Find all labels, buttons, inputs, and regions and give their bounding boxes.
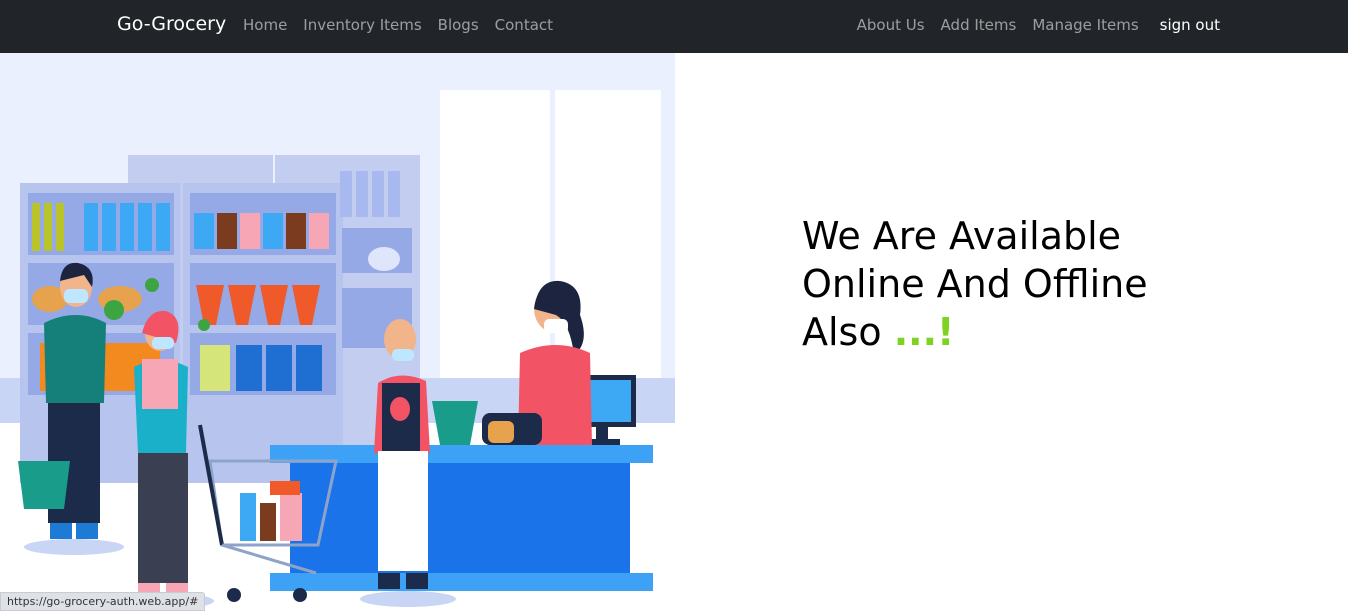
nav-link-about-us[interactable]: About Us (857, 16, 925, 34)
hero-text: We Are Available Online And Offline Also… (802, 212, 1222, 356)
nav-link-contact[interactable]: Contact (495, 16, 553, 34)
navbar: Go-Grocery Home Inventory Items Blogs Co… (0, 0, 1348, 53)
nav-link-inventory-items[interactable]: Inventory Items (303, 16, 421, 34)
status-bar-url: https://go-grocery-auth.web.app/# (0, 592, 206, 611)
hero-accent: ...! (893, 310, 955, 354)
brand-logo[interactable]: Go-Grocery (117, 13, 226, 35)
nav-link-home[interactable]: Home (243, 16, 287, 34)
nav-link-manage-items[interactable]: Manage Items (1032, 16, 1138, 34)
hero-title-line3: Also (802, 310, 882, 354)
hero-title-line1: We Are Available (802, 214, 1122, 258)
nav-link-add-items[interactable]: Add Items (941, 16, 1017, 34)
hero-illustration (0, 53, 675, 611)
hero-title: We Are Available Online And Offline Also… (802, 212, 1222, 356)
nav-left: Home Inventory Items Blogs Contact (243, 16, 553, 34)
grocery-store-illustration-icon (0, 53, 675, 611)
sign-out-link[interactable]: sign out (1160, 16, 1220, 34)
hero-title-line2: Online And Offline (802, 262, 1148, 306)
nav-right: About Us Add Items Manage Items sign out (857, 16, 1220, 34)
nav-link-blogs[interactable]: Blogs (438, 16, 479, 34)
